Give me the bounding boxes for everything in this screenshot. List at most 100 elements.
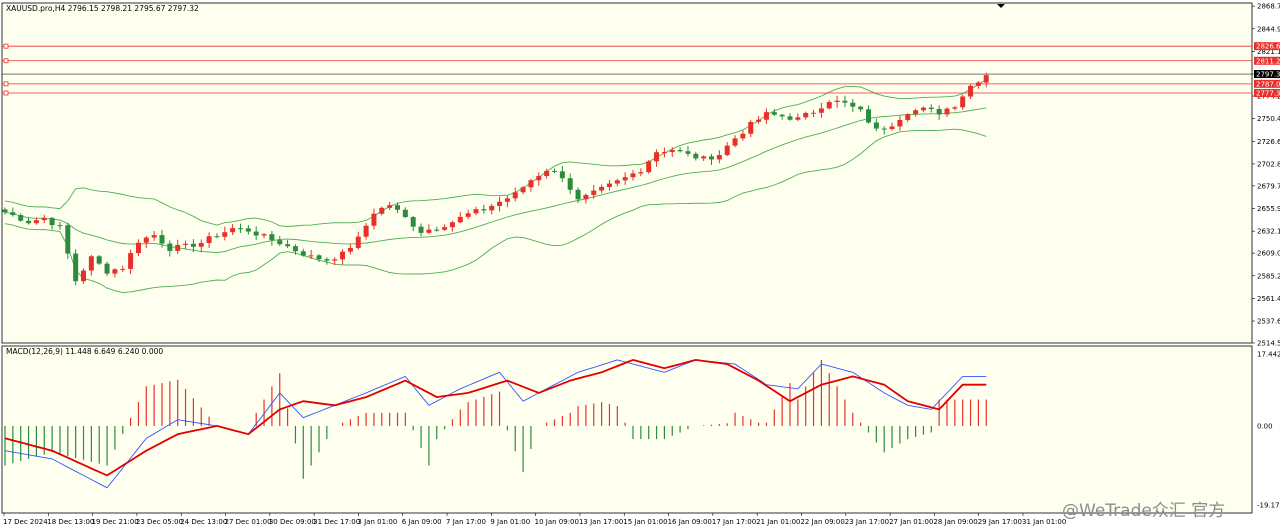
candle-body [449, 222, 455, 228]
x-tick-label: 9 Jan 01:00 [490, 518, 530, 526]
candle-body [395, 205, 400, 210]
y-tick-label: 2561.40 [1257, 295, 1280, 303]
x-tick-label: 7 Jan 17:00 [446, 518, 486, 526]
candle-body [316, 255, 322, 260]
candle-body [858, 106, 864, 110]
candle-body [206, 236, 212, 243]
candle-body [575, 189, 581, 200]
candle-body [308, 255, 314, 257]
price-tag-label: 2777.36 [1256, 90, 1280, 98]
x-tick-label: 17 Dec 2024 [3, 518, 48, 526]
candle-body [253, 231, 259, 236]
candle-body [332, 259, 338, 261]
candle-body [292, 246, 298, 252]
x-tick-label: 30 Dec 09:00 [269, 518, 316, 526]
candle-body [536, 176, 542, 181]
candle-body [504, 198, 510, 202]
candle-body [512, 192, 518, 199]
candle-body [222, 232, 228, 237]
main-plot-area [1, 2, 1253, 344]
level-handle [3, 90, 9, 96]
candle-body [528, 180, 534, 188]
y-tick-label: 2868.70 [1257, 3, 1280, 11]
candle-body [410, 217, 416, 227]
candle-body [363, 225, 369, 237]
candle-body [426, 229, 432, 233]
x-tick-label: 28 Jan 09:00 [933, 518, 977, 526]
candle-body [2, 209, 8, 213]
candle-body [418, 226, 424, 233]
candle-body [811, 112, 817, 114]
x-tick-label: 31 Dec 17:00 [313, 518, 360, 526]
y-tick-label: 2514.50 [1257, 340, 1280, 348]
y-tick-label: 2844.90 [1257, 25, 1280, 33]
candle-body [198, 242, 204, 247]
x-tick-label: 27 Dec 01:00 [225, 518, 272, 526]
candle-body [795, 117, 801, 120]
candle-body [57, 225, 63, 227]
candle-body [677, 150, 683, 152]
candle-body [622, 177, 628, 181]
candle-body [701, 156, 707, 159]
candle-body [457, 216, 463, 223]
candle-body [81, 270, 86, 282]
candle-body [685, 151, 691, 154]
candle-body [834, 100, 840, 102]
macd-indicator-title: MACD(12,26,9) 11.448 6.649 6.240 0.000 [6, 347, 163, 356]
candle-body [614, 180, 620, 184]
candle-body [190, 243, 196, 247]
candle-body [183, 243, 189, 245]
candle-body [402, 209, 408, 218]
macd-y-tick-label: -19.172 [1257, 502, 1280, 510]
candle-body [638, 172, 644, 174]
candle-body [261, 234, 267, 236]
candle-body [960, 96, 966, 108]
macd-y-tick-label: 17.442 [1257, 351, 1280, 359]
candle-body [88, 256, 94, 271]
x-tick-label: 6 Jan 09:00 [402, 518, 442, 526]
candle-body [167, 243, 173, 251]
y-tick-label: 2609.00 [1257, 250, 1280, 258]
price-tag-label: 2826.61 [1256, 43, 1280, 51]
candle-body [120, 268, 126, 270]
trading-chart[interactable]: 2868.702844.902821.102797.322774.202750.… [0, 0, 1280, 530]
candle-body [73, 253, 79, 282]
candle-body [151, 235, 157, 238]
candle-body [591, 190, 597, 195]
candle-body [481, 209, 487, 211]
candle-body [135, 242, 141, 254]
candle-body [693, 153, 699, 159]
candle-body [49, 217, 55, 226]
candle-body [936, 108, 942, 115]
candle-body [654, 152, 660, 162]
x-tick-label: 23 Jan 17:00 [845, 518, 889, 526]
candle-body [913, 110, 919, 115]
y-tick-label: 2632.10 [1257, 228, 1280, 236]
candle-body [661, 152, 667, 154]
candle-body [881, 128, 887, 130]
candle-body [567, 178, 573, 190]
candle-body [33, 220, 39, 224]
candle-body [920, 107, 926, 111]
candle-body [379, 207, 385, 214]
x-tick-label: 15 Jan 01:00 [623, 518, 667, 526]
candle-body [143, 237, 149, 243]
x-tick-label: 17 Jan 17:00 [712, 518, 756, 526]
candle-body [646, 161, 652, 173]
candle-body [65, 225, 71, 254]
x-tick-label: 16 Jan 09:00 [668, 518, 712, 526]
candle-body [520, 187, 526, 193]
candle-body [763, 112, 769, 120]
candle-body [850, 102, 856, 107]
candle-body [826, 101, 832, 109]
candle-body [803, 112, 809, 118]
price-tag-label: 2811.24 [1256, 57, 1280, 65]
candle-body [842, 100, 848, 103]
candle-body [552, 170, 557, 172]
y-tick-label: 2679.70 [1257, 182, 1280, 190]
candle-body [669, 150, 675, 153]
candle-body [630, 173, 636, 178]
macd-y-tick-label: 0.00 [1257, 422, 1273, 430]
level-handle [3, 43, 9, 49]
x-tick-label: 24 Dec 13:00 [180, 518, 227, 526]
